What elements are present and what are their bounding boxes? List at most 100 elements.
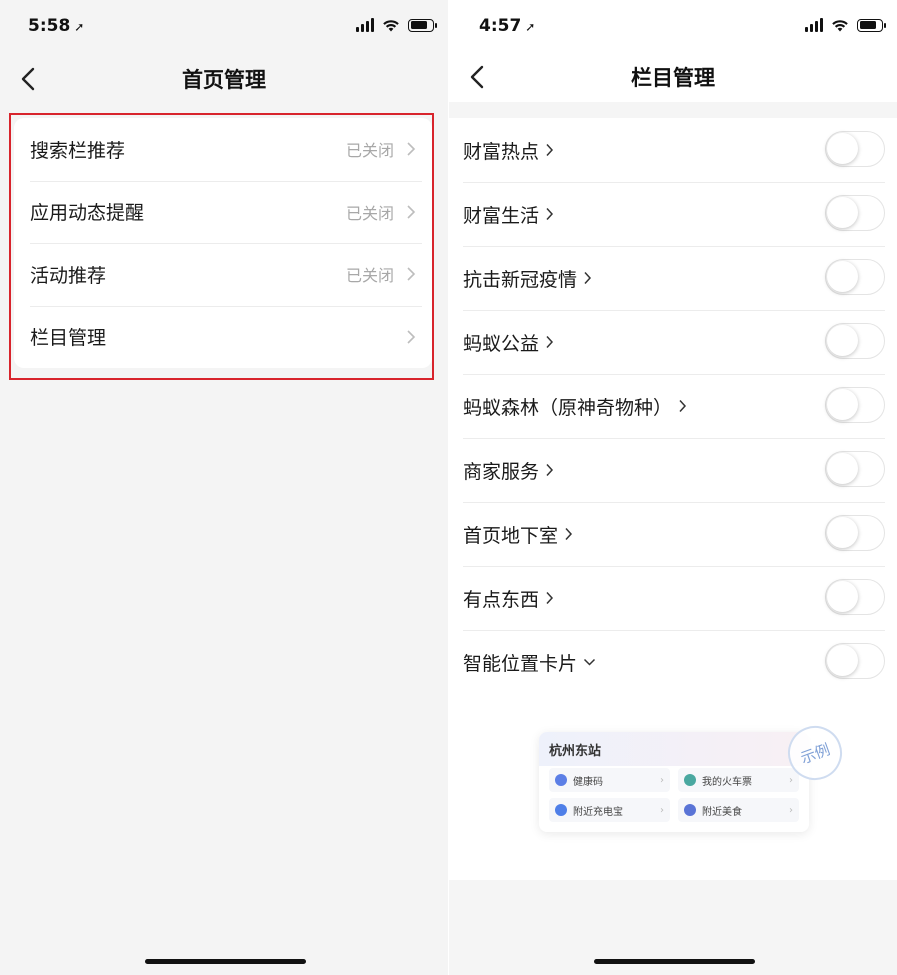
health-code-icon bbox=[555, 774, 567, 786]
nav-bar: 栏目管理 bbox=[449, 52, 897, 102]
column-item-label[interactable]: 智能位置卡片 bbox=[463, 649, 577, 676]
food-icon bbox=[684, 804, 696, 816]
column-toggle[interactable] bbox=[825, 259, 885, 295]
status-icons bbox=[805, 18, 886, 32]
example-card-item: 附近美食 › bbox=[678, 798, 799, 822]
example-card-grid: 健康码 › 我的火车票 › 附近充电宝 › 附近美食 › bbox=[539, 766, 809, 824]
chevron-left-icon[interactable] bbox=[467, 64, 489, 90]
page-title: 首页管理 bbox=[182, 68, 266, 92]
toggle-knob bbox=[827, 261, 858, 292]
home-indicator[interactable] bbox=[594, 959, 755, 964]
settings-item-app-dynamic-reminder[interactable]: 应用动态提醒 已关闭 bbox=[14, 180, 432, 244]
chevron-right-icon bbox=[407, 267, 416, 281]
column-toggle[interactable] bbox=[825, 643, 885, 679]
toggle-knob bbox=[827, 645, 858, 676]
settings-item-column-management[interactable]: 栏目管理 bbox=[14, 305, 432, 369]
page-title: 栏目管理 bbox=[631, 66, 715, 90]
train-ticket-icon bbox=[684, 774, 696, 786]
chevron-right-icon[interactable] bbox=[545, 591, 554, 605]
column-item-ant-charity: 蚂蚁公益 bbox=[463, 310, 885, 374]
wifi-icon bbox=[383, 20, 399, 32]
column-item-label[interactable]: 有点东西 bbox=[463, 585, 539, 612]
toggle-knob bbox=[827, 453, 858, 484]
column-item-label[interactable]: 抗击新冠疫情 bbox=[463, 265, 577, 292]
status-bar: 5:58 ➚ bbox=[0, 0, 448, 52]
settings-item-label: 栏目管理 bbox=[30, 327, 107, 350]
wifi-icon bbox=[832, 20, 848, 32]
column-toggle[interactable] bbox=[825, 515, 885, 551]
location-card-example: 杭州东站 健康码 › 我的火车票 › 附近充电宝 › 附近美食 › bbox=[539, 732, 809, 832]
column-toggle[interactable] bbox=[825, 323, 885, 359]
column-toggle[interactable] bbox=[825, 387, 885, 423]
chevron-right-icon[interactable] bbox=[564, 527, 573, 541]
column-item-wealth-hotspot: 财富热点 bbox=[463, 118, 885, 182]
settings-item-label: 应用动态提醒 bbox=[30, 202, 145, 225]
chevron-right-icon[interactable] bbox=[678, 399, 687, 413]
column-item-label[interactable]: 商家服务 bbox=[463, 457, 539, 484]
battery-icon bbox=[857, 18, 886, 32]
toggle-knob bbox=[827, 517, 858, 548]
column-item-label[interactable]: 财富生活 bbox=[463, 201, 539, 228]
example-card-item: 附近充电宝 › bbox=[549, 798, 670, 822]
column-item-home-basement: 首页地下室 bbox=[463, 502, 885, 566]
chevron-right-icon: › bbox=[789, 804, 793, 816]
cellular-signal-icon bbox=[356, 18, 374, 32]
column-item-merchant-service: 商家服务 bbox=[463, 438, 885, 502]
location-arrow-icon: ➚ bbox=[525, 20, 536, 34]
chevron-right-icon[interactable] bbox=[583, 271, 592, 285]
home-management-screen: 5:58 ➚ 首页管理 搜索栏推荐 已关闭 应用动态提醒 已关闭 活动推荐 已关闭… bbox=[0, 0, 448, 975]
column-item-label[interactable]: 蚂蚁森林（原神奇物种） bbox=[463, 393, 672, 420]
column-item-fight-covid: 抗击新冠疫情 bbox=[463, 246, 885, 310]
location-arrow-icon: ➚ bbox=[74, 20, 85, 34]
settings-item-status: 已关闭 bbox=[345, 141, 394, 161]
battery-icon bbox=[408, 18, 437, 32]
column-item-ant-forest: 蚂蚁森林（原神奇物种） bbox=[463, 374, 885, 438]
chevron-right-icon[interactable] bbox=[545, 207, 554, 221]
column-item-smart-location-card: 智能位置卡片 bbox=[463, 630, 885, 694]
column-item-label[interactable]: 财富热点 bbox=[463, 137, 539, 164]
settings-item-label: 活动推荐 bbox=[30, 264, 107, 287]
toggle-knob bbox=[827, 133, 858, 164]
column-item-something: 有点东西 bbox=[463, 566, 885, 630]
toggle-knob bbox=[827, 581, 858, 612]
status-icons bbox=[356, 18, 437, 32]
settings-item-label: 搜索栏推荐 bbox=[30, 139, 126, 162]
toggle-knob bbox=[827, 325, 858, 356]
column-toggle[interactable] bbox=[825, 579, 885, 615]
chevron-right-icon: › bbox=[789, 774, 793, 786]
chevron-right-icon: › bbox=[660, 774, 664, 786]
settings-item-search-bar-recommend[interactable]: 搜索栏推荐 已关闭 bbox=[14, 118, 432, 181]
column-toggle[interactable] bbox=[825, 451, 885, 487]
status-time: 5:58 ➚ bbox=[28, 16, 85, 36]
status-time: 4:57 ➚ bbox=[479, 16, 536, 36]
home-indicator[interactable] bbox=[145, 959, 306, 964]
column-toggle[interactable] bbox=[825, 195, 885, 231]
example-card-item: 我的火车票 › bbox=[678, 768, 799, 792]
example-card-title: 杭州东站 bbox=[539, 732, 809, 766]
power-bank-icon bbox=[555, 804, 567, 816]
status-bar: 4:57 ➚ bbox=[449, 0, 897, 52]
column-toggle[interactable] bbox=[825, 131, 885, 167]
column-item-label[interactable]: 首页地下室 bbox=[463, 521, 558, 548]
settings-item-status: 已关闭 bbox=[345, 203, 394, 223]
chevron-right-icon[interactable] bbox=[545, 143, 554, 157]
toggle-knob bbox=[827, 197, 858, 228]
chevron-right-icon[interactable] bbox=[545, 335, 554, 349]
chevron-right-icon: › bbox=[660, 804, 664, 816]
chevron-right-icon bbox=[407, 205, 416, 219]
example-card-item: 健康码 › bbox=[549, 768, 670, 792]
column-item-label[interactable]: 蚂蚁公益 bbox=[463, 329, 539, 356]
settings-list: 搜索栏推荐 已关闭 应用动态提醒 已关闭 活动推荐 已关闭 栏目管理 bbox=[14, 118, 432, 368]
column-management-screen: 4:57 ➚ 栏目管理 财富热点 财富生活 抗击新冠疫情 蚂蚁公益 蚂蚁森林（原… bbox=[449, 0, 897, 975]
column-list: 财富热点 财富生活 抗击新冠疫情 蚂蚁公益 蚂蚁森林（原神奇物种） 商家服务 首… bbox=[449, 118, 897, 880]
nav-bar: 首页管理 bbox=[0, 54, 448, 104]
cellular-signal-icon bbox=[805, 18, 823, 32]
settings-item-status: 已关闭 bbox=[345, 266, 394, 286]
chevron-down-icon[interactable] bbox=[583, 657, 596, 667]
chevron-right-icon bbox=[407, 330, 416, 344]
chevron-right-icon bbox=[407, 142, 416, 156]
chevron-right-icon[interactable] bbox=[545, 463, 554, 477]
settings-item-activity-recommend[interactable]: 活动推荐 已关闭 bbox=[14, 243, 432, 306]
chevron-left-icon[interactable] bbox=[18, 66, 40, 92]
toggle-knob bbox=[827, 389, 858, 420]
